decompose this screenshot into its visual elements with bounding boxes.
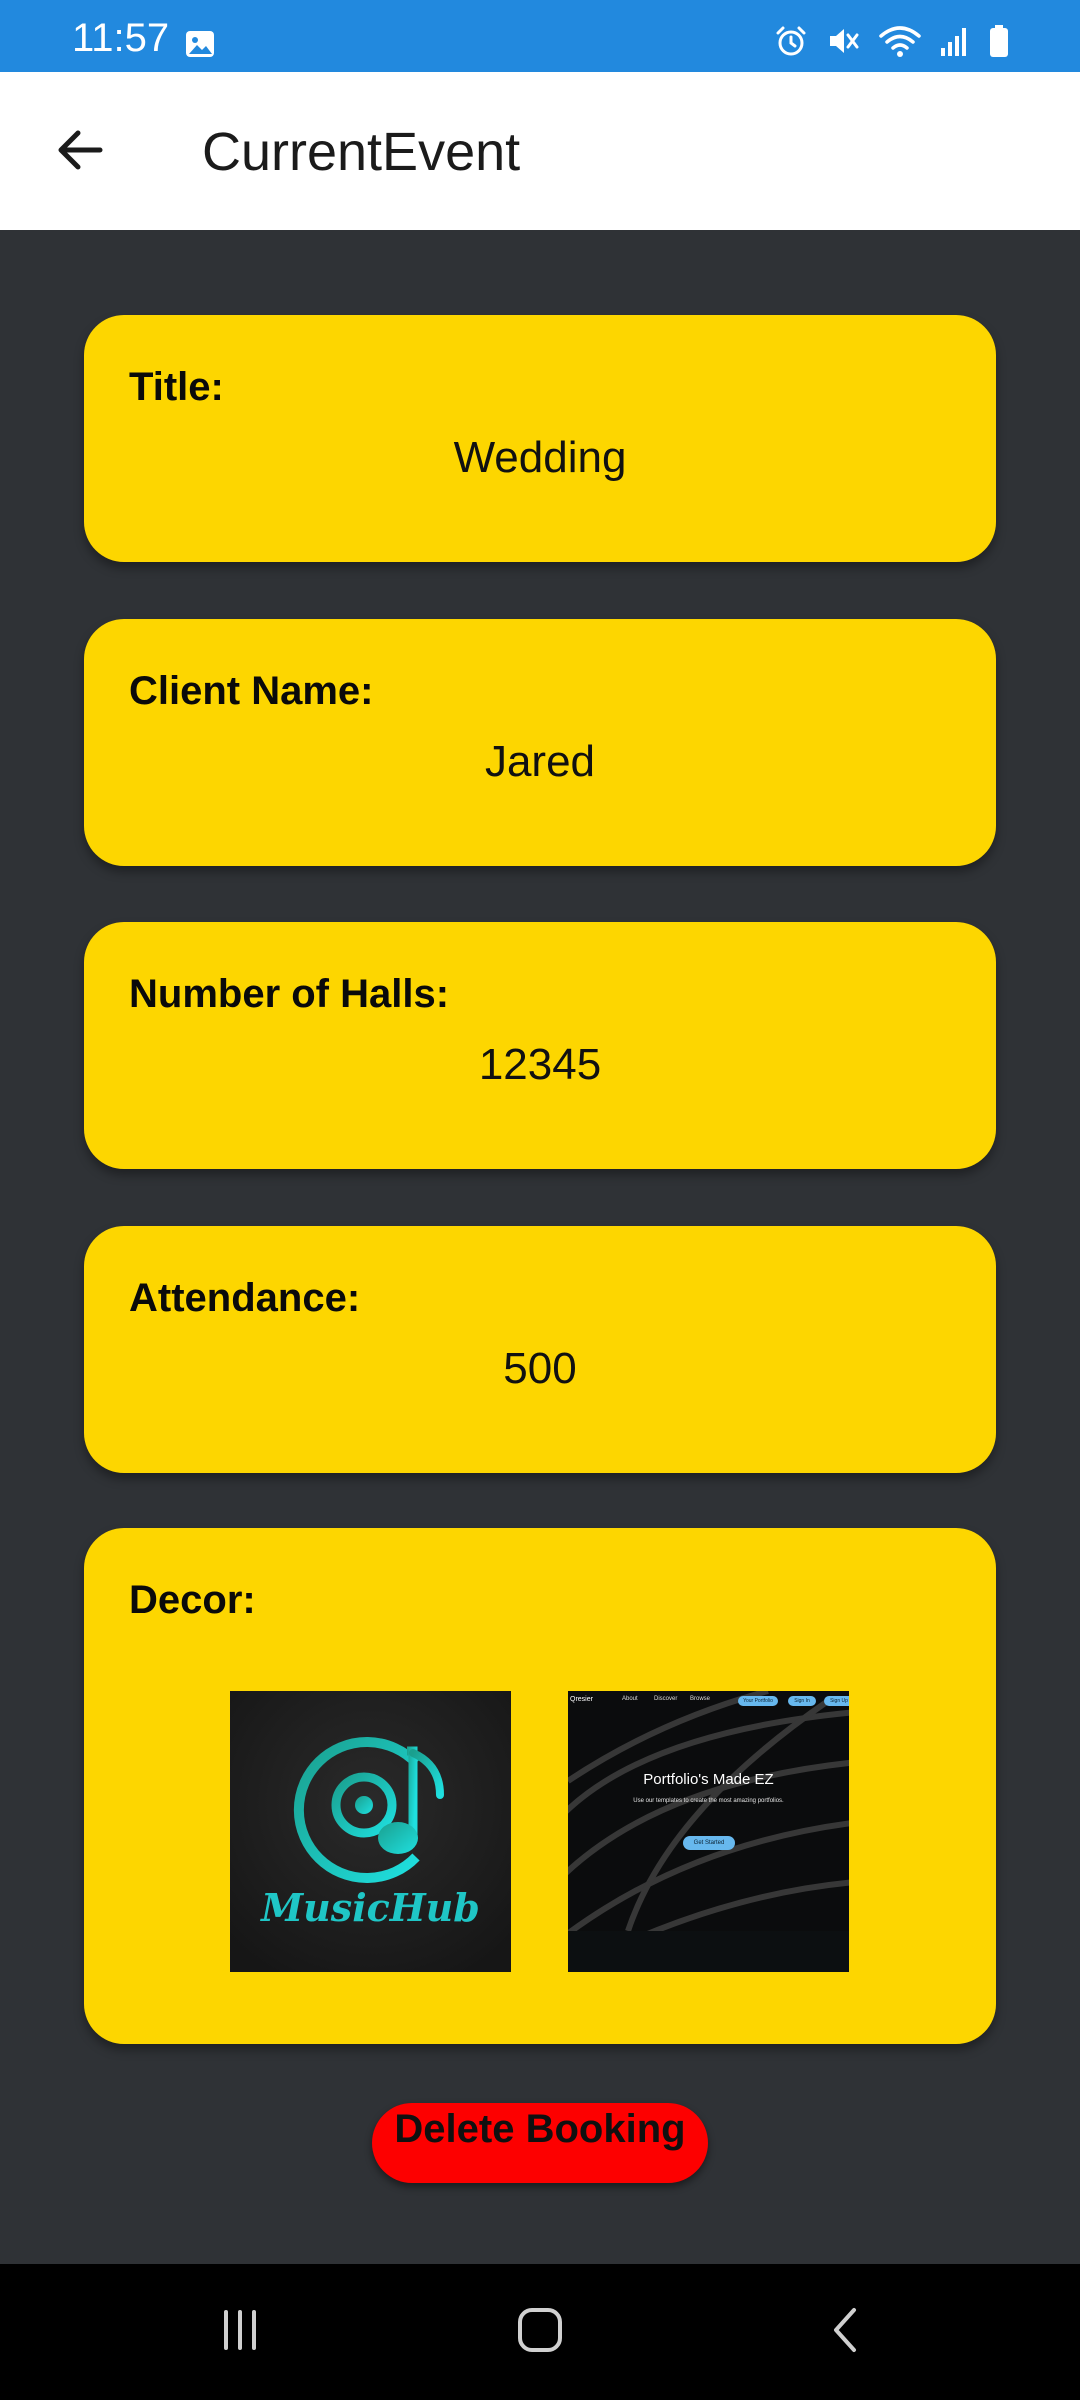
portfolio-nav-link-discover: Discover xyxy=(654,1696,678,1702)
delete-booking-button[interactable]: Delete Booking xyxy=(372,2103,708,2183)
portfolio-subtext: Use our templates to create the most ama… xyxy=(633,1798,784,1804)
portfolio-nav-button-portfolio: Your Portfolio xyxy=(738,1696,778,1706)
wifi-icon xyxy=(878,24,922,63)
decor-card: Decor: MusicHub Qresier About Discover B… xyxy=(84,1528,996,2044)
page-title: CurrentEvent xyxy=(202,122,521,182)
battery-icon xyxy=(988,24,1010,63)
nav-back-button[interactable] xyxy=(806,2304,886,2360)
decor-image-musichub[interactable]: MusicHub xyxy=(230,1691,511,1972)
app-bar: CurrentEvent xyxy=(0,72,1080,230)
client-name-label: Client Name: xyxy=(129,669,374,713)
recent-apps-button[interactable] xyxy=(200,2304,280,2360)
portfolio-headline: Portfolio's Made EZ xyxy=(643,1771,774,1788)
decor-image-portfolio[interactable]: Qresier About Discover Browse Your Portf… xyxy=(568,1691,849,1972)
home-icon xyxy=(516,2306,564,2359)
number-of-halls-card: Number of Halls: 12345 xyxy=(84,922,996,1169)
status-icons xyxy=(774,24,1010,63)
back-icon xyxy=(822,2306,870,2359)
title-value: Wedding xyxy=(453,433,627,482)
title-label: Title: xyxy=(129,365,224,409)
recent-apps-icon xyxy=(216,2306,264,2359)
image-icon xyxy=(184,28,216,65)
portfolio-nav-link-about: About xyxy=(622,1696,638,1702)
status-bar: 11:57 xyxy=(0,0,1080,72)
portfolio-nav-link-browse: Browse xyxy=(690,1696,711,1702)
signal-icon xyxy=(940,24,970,63)
back-button[interactable] xyxy=(40,112,120,192)
portfolio-cta-button: Get Started xyxy=(683,1836,735,1850)
title-card: Title: Wedding xyxy=(84,315,996,562)
navigation-bar xyxy=(0,2264,1080,2400)
decor-label: Decor: xyxy=(129,1578,256,1622)
client-name-card: Client Name: Jared xyxy=(84,619,996,866)
attendance-card: Attendance: 500 xyxy=(84,1226,996,1473)
number-of-halls-value: 12345 xyxy=(478,1040,602,1089)
portfolio-nav-brand: Qresier xyxy=(570,1696,593,1703)
mute-icon xyxy=(826,24,860,63)
attendance-label: Attendance: xyxy=(129,1276,361,1320)
alarm-icon xyxy=(774,24,808,63)
portfolio-nav-button-signup: Sign Up xyxy=(824,1696,849,1706)
arrow-left-icon xyxy=(54,124,106,181)
client-name-value: Jared xyxy=(484,737,596,786)
status-time: 11:57 xyxy=(72,16,170,60)
home-button[interactable] xyxy=(500,2304,580,2360)
attendance-value: 500 xyxy=(503,1344,577,1393)
portfolio-nav-button-signin: Sign In xyxy=(788,1696,816,1706)
musichub-logo-text: MusicHub xyxy=(261,1885,480,1930)
number-of-halls-label: Number of Halls: xyxy=(129,972,450,1016)
